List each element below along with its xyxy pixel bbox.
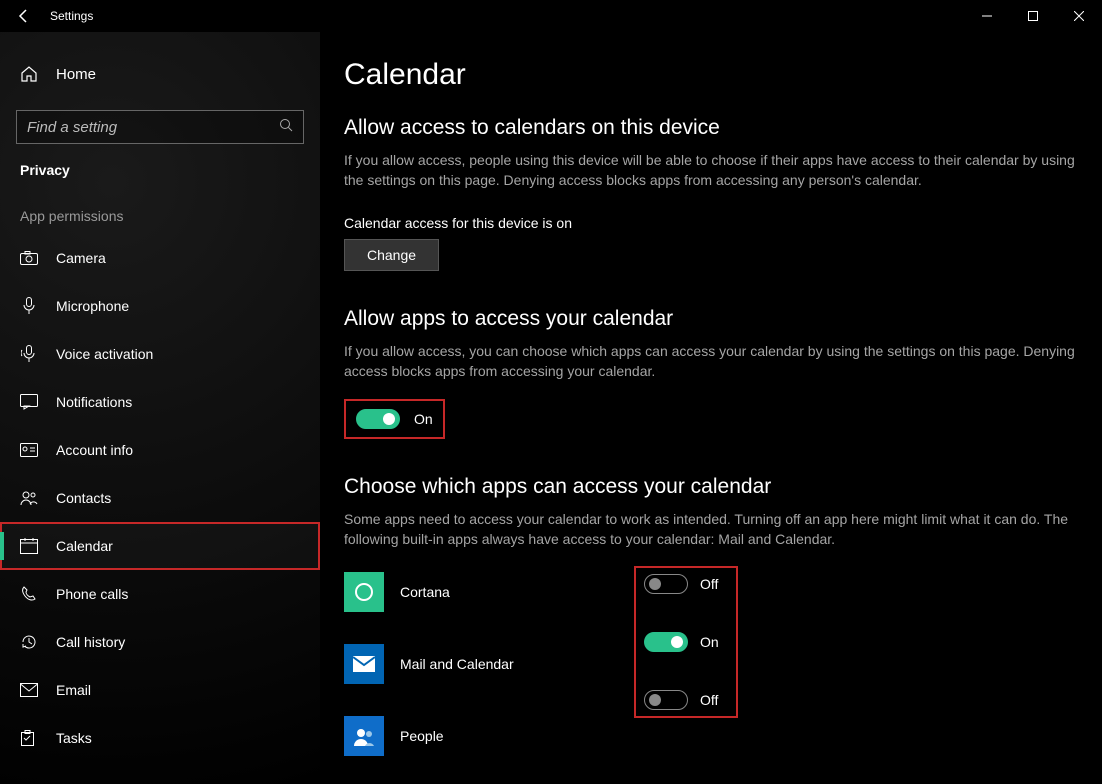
app-toggle-label: Off (700, 576, 718, 592)
tasks-icon (20, 730, 38, 746)
contacts-icon (20, 490, 38, 506)
main-content: Calendar Allow access to calendars on th… (320, 32, 1102, 784)
section3-heading: Choose which apps can access your calend… (344, 475, 1082, 499)
mail-icon (344, 644, 384, 684)
home-icon (20, 65, 38, 83)
sidebar-item-label: Email (56, 682, 91, 698)
window-title: Settings (50, 9, 93, 23)
sidebar-item-label: Voice activation (56, 346, 153, 362)
people-icon (344, 716, 384, 756)
sidebar-item-microphone[interactable]: Microphone (0, 282, 320, 330)
sidebar-item-account-info[interactable]: Account info (0, 426, 320, 474)
change-button[interactable]: Change (344, 239, 439, 271)
sidebar-item-voice-activation[interactable]: Voice activation (0, 330, 320, 378)
sidebar: Home Privacy App permissions Camera Micro… (0, 32, 320, 784)
section2-heading: Allow apps to access your calendar (344, 307, 1082, 331)
back-button[interactable] (12, 4, 36, 28)
sidebar-item-label: Microphone (56, 298, 129, 314)
page-title: Calendar (344, 58, 1082, 92)
camera-icon (20, 251, 38, 265)
sidebar-item-camera[interactable]: Camera (0, 234, 320, 282)
sidebar-item-calendar[interactable]: Calendar (0, 522, 320, 570)
maximize-button[interactable] (1010, 0, 1056, 32)
sidebar-item-label: Notifications (56, 394, 132, 410)
search-input[interactable] (27, 119, 279, 136)
app-toggle-cortana[interactable] (644, 574, 688, 594)
search-icon (279, 118, 293, 137)
close-button[interactable] (1056, 0, 1102, 32)
app-toggle-label: On (700, 634, 719, 650)
section1-desc: If you allow access, people using this d… (344, 150, 1082, 191)
sidebar-item-label: Camera (56, 250, 106, 266)
sidebar-nav: Camera Microphone Voice activation Notifica… (0, 234, 320, 762)
app-access-toggle-label: On (414, 411, 433, 427)
app-toggle-label: Off (700, 692, 718, 708)
sidebar-item-label: Contacts (56, 490, 111, 506)
app-list: Cortana Mail and Calendar People (344, 572, 634, 756)
sidebar-item-contacts[interactable]: Contacts (0, 474, 320, 522)
sidebar-item-label: Tasks (56, 730, 92, 746)
microphone-icon (20, 297, 38, 315)
section2-desc: If you allow access, you can choose whic… (344, 341, 1082, 382)
app-toggle-people[interactable] (644, 690, 688, 710)
section3-desc: Some apps need to access your calendar t… (344, 509, 1082, 550)
app-name: People (400, 728, 620, 744)
section-device-access: Allow access to calendars on this device… (344, 116, 1082, 271)
app-access-toggle[interactable] (356, 409, 400, 429)
section-choose-apps: Choose which apps can access your calend… (344, 475, 1082, 756)
sidebar-item-notifications[interactable]: Notifications (0, 378, 320, 426)
app-row-cortana: Cortana (344, 572, 634, 612)
sidebar-section: Privacy (0, 144, 320, 180)
sidebar-item-phone-calls[interactable]: Phone calls (0, 570, 320, 618)
email-icon (20, 683, 38, 697)
app-name: Mail and Calendar (400, 656, 620, 672)
section1-heading: Allow access to calendars on this device (344, 116, 1082, 140)
minimize-button[interactable] (964, 0, 1010, 32)
calendar-icon (20, 538, 38, 554)
app-row-people: People (344, 716, 634, 756)
device-access-status: Calendar access for this device is on (344, 215, 1082, 231)
app-row-mail-and-calendar: Mail and Calendar (344, 644, 634, 684)
app-toggle-mail-and-calendar[interactable] (644, 632, 688, 652)
sidebar-item-label: Phone calls (56, 586, 128, 602)
sidebar-item-label: Calendar (56, 538, 113, 554)
sidebar-item-tasks[interactable]: Tasks (0, 714, 320, 762)
cortana-icon (344, 572, 384, 612)
account-icon (20, 443, 38, 457)
history-icon (20, 634, 38, 650)
sidebar-item-call-history[interactable]: Call history (0, 618, 320, 666)
titlebar: Settings (0, 0, 1102, 32)
sidebar-subsection: App permissions (0, 180, 320, 234)
sidebar-item-label: Call history (56, 634, 125, 650)
phone-icon (20, 586, 38, 602)
notifications-icon (20, 394, 38, 410)
voice-icon (20, 345, 38, 363)
app-name: Cortana (400, 584, 620, 600)
sidebar-home[interactable]: Home (0, 54, 320, 94)
sidebar-item-label: Account info (56, 442, 133, 458)
sidebar-home-label: Home (56, 66, 96, 83)
search-box[interactable] (16, 110, 304, 144)
section-app-access: Allow apps to access your calendar If yo… (344, 307, 1082, 440)
sidebar-item-email[interactable]: Email (0, 666, 320, 714)
app-toggles-highlight: Off On Off (634, 566, 738, 718)
